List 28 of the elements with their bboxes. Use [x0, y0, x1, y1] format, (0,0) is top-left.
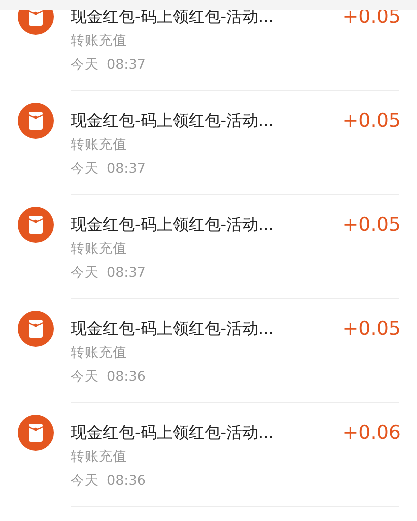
- transaction-title: 现金红包-码上领红包-活动...: [71, 318, 274, 340]
- transaction-date: 今天: [71, 368, 99, 387]
- transaction-date: 今天: [71, 472, 99, 491]
- transaction-date: 今天: [71, 160, 99, 179]
- transaction-time: 08:37: [107, 56, 146, 75]
- envelope-icon: [18, 415, 54, 451]
- transaction-time: 08:37: [107, 264, 146, 283]
- transaction-date: 今天: [71, 264, 99, 283]
- transaction-date: 今天: [71, 56, 99, 75]
- transaction-amount: +0.05: [342, 110, 401, 132]
- transaction-title: 现金红包-码上领红包-活动...: [71, 6, 274, 28]
- transaction-title: 现金红包-码上领红包-活动...: [71, 214, 274, 236]
- transaction-category: 转账充值: [71, 240, 128, 259]
- transaction-amount: +0.05: [342, 318, 401, 340]
- transaction-category: 转账充值: [71, 32, 128, 51]
- transaction-category: 转账充值: [71, 344, 128, 363]
- transaction-category: 转账充值: [71, 136, 128, 155]
- transaction-title: 现金红包-码上领红包-活动...: [71, 422, 274, 444]
- transaction-amount: +0.05: [342, 214, 401, 236]
- envelope-icon: [18, 103, 54, 139]
- transaction-amount: +0.06: [342, 422, 401, 444]
- envelope-icon: [18, 311, 54, 347]
- envelope-icon: [18, 207, 54, 243]
- transaction-category: 转账充值: [71, 448, 128, 467]
- transaction-time: 08:36: [107, 472, 146, 491]
- transaction-time: 08:37: [107, 160, 146, 179]
- transaction-title: 现金红包-码上领红包-活动...: [71, 110, 274, 132]
- transaction-time: 08:36: [107, 368, 146, 387]
